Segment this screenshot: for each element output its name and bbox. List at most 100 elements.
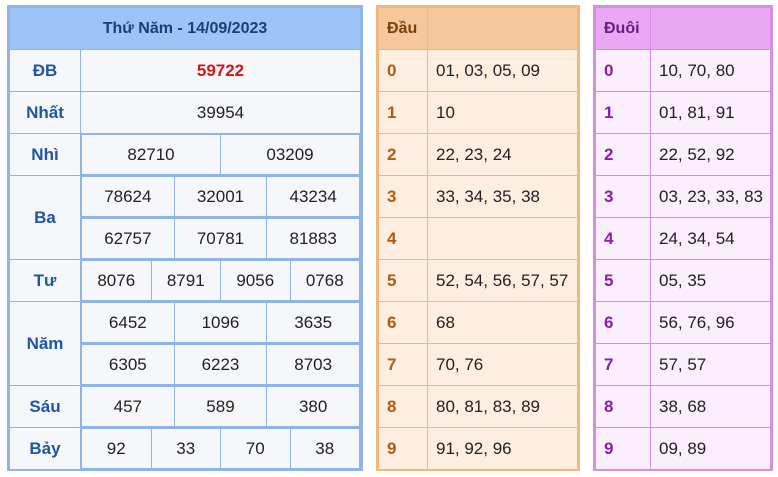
head-row: 4 bbox=[378, 217, 578, 260]
prize-value-sau: 457 bbox=[81, 386, 175, 427]
tail-digit: 3 bbox=[595, 175, 651, 218]
head-row: 8 80, 81, 83, 89 bbox=[378, 385, 578, 428]
prize-row-sau: Sáu 457 589 380 bbox=[9, 385, 361, 428]
tail-values: 38, 68 bbox=[650, 385, 771, 428]
head-digit: 8 bbox=[378, 385, 428, 428]
tail-digit: 5 bbox=[595, 259, 651, 302]
prize-value-tu: 9056 bbox=[220, 260, 291, 301]
prize-row-nhi: Nhì 82710 03209 bbox=[9, 133, 361, 176]
prize-value-bay: 70 bbox=[220, 428, 291, 469]
tail-values: 03, 23, 33, 83 bbox=[650, 175, 771, 218]
head-row: 2 22, 23, 24 bbox=[378, 133, 578, 176]
head-digit: 7 bbox=[378, 343, 428, 386]
prize-value-nhat: 39954 bbox=[80, 91, 361, 134]
prize-row-nam: Năm 6452 1096 3635 bbox=[9, 301, 361, 386]
tail-row: 5 05, 35 bbox=[595, 259, 771, 302]
prize-value-nam: 6305 bbox=[81, 344, 175, 385]
tail-row: 4 24, 34, 54 bbox=[595, 217, 771, 260]
head-title: Đầu bbox=[378, 7, 428, 50]
prize-value-db: 59722 bbox=[80, 49, 361, 92]
tail-row: 7 57, 57 bbox=[595, 343, 771, 386]
head-digit: 9 bbox=[378, 427, 428, 470]
prize-value-ba: 32001 bbox=[173, 176, 268, 217]
tail-digit: 1 bbox=[595, 91, 651, 134]
tail-row: 1 01, 81, 91 bbox=[595, 91, 771, 134]
prize-value-nam: 8703 bbox=[266, 344, 360, 385]
tail-row: 0 10, 70, 80 bbox=[595, 49, 771, 92]
tail-values: 56, 76, 96 bbox=[650, 301, 771, 344]
prize-value-ba: 62757 bbox=[81, 218, 175, 259]
prize-value-bay: 38 bbox=[289, 428, 360, 469]
head-digit-table: Đầu 0 01, 03, 05, 09 1 10 2 22, 23, 24 3 33, 34… bbox=[376, 5, 580, 471]
tail-row: 3 03, 23, 33, 83 bbox=[595, 175, 771, 218]
head-digit: 1 bbox=[378, 91, 428, 134]
prize-row-ba: Ba 78624 32001 43234 bbox=[9, 175, 361, 260]
tail-values: 57, 57 bbox=[650, 343, 771, 386]
head-values: 10 bbox=[427, 91, 578, 134]
prize-label-nam: Năm bbox=[9, 301, 81, 386]
tail-row: 8 38, 68 bbox=[595, 385, 771, 428]
prize-label-nhat: Nhất bbox=[9, 91, 81, 134]
prize-value-nam: 6223 bbox=[173, 344, 268, 385]
prize-value-nam: 1096 bbox=[173, 302, 268, 343]
head-values-header bbox=[427, 7, 578, 50]
tail-digit: 4 bbox=[595, 217, 651, 260]
prize-row-tu: Tư 8076 8791 9056 0768 bbox=[9, 259, 361, 302]
prize-value-ba: 78624 bbox=[81, 176, 175, 217]
prize-value-tu: 0768 bbox=[289, 260, 360, 301]
head-row: 7 70, 76 bbox=[378, 343, 578, 386]
tail-digit: 2 bbox=[595, 133, 651, 176]
tail-digit: 7 bbox=[595, 343, 651, 386]
head-values: 01, 03, 05, 09 bbox=[427, 49, 578, 92]
tail-values: 09, 89 bbox=[650, 427, 771, 470]
head-values: 52, 54, 56, 57, 57 bbox=[427, 259, 578, 302]
prize-label-ba: Ba bbox=[9, 175, 81, 260]
tail-digit: 9 bbox=[595, 427, 651, 470]
prize-value-nam: 6452 bbox=[81, 302, 175, 343]
prize-value-bay: 92 bbox=[81, 428, 152, 469]
prize-value-sau: 589 bbox=[173, 386, 268, 427]
head-values: 22, 23, 24 bbox=[427, 133, 578, 176]
head-values: 70, 76 bbox=[427, 343, 578, 386]
prize-value-nam: 3635 bbox=[266, 302, 360, 343]
head-values: 80, 81, 83, 89 bbox=[427, 385, 578, 428]
tail-row: 9 09, 89 bbox=[595, 427, 771, 470]
results-table: Thứ Năm - 14/09/2023 ĐB 59722 Nhất 39954… bbox=[7, 5, 363, 471]
head-row: 1 10 bbox=[378, 91, 578, 134]
head-values bbox=[427, 217, 578, 260]
head-row: 3 33, 34, 35, 38 bbox=[378, 175, 578, 218]
tail-values: 01, 81, 91 bbox=[650, 91, 771, 134]
head-digit: 6 bbox=[378, 301, 428, 344]
head-digit: 5 bbox=[378, 259, 428, 302]
tail-values-header bbox=[650, 7, 771, 50]
prize-label-tu: Tư bbox=[9, 259, 81, 302]
head-values: 33, 34, 35, 38 bbox=[427, 175, 578, 218]
tail-values: 22, 52, 92 bbox=[650, 133, 771, 176]
head-row: 0 01, 03, 05, 09 bbox=[378, 49, 578, 92]
prize-label-nhi: Nhì bbox=[9, 133, 81, 176]
prize-value-bay: 33 bbox=[150, 428, 221, 469]
prize-label-sau: Sáu bbox=[9, 385, 81, 428]
head-values: 91, 92, 96 bbox=[427, 427, 578, 470]
tail-digit: 6 bbox=[595, 301, 651, 344]
head-digit: 3 bbox=[378, 175, 428, 218]
prize-value-sau: 380 bbox=[266, 386, 360, 427]
prize-row-nhat: Nhất 39954 bbox=[9, 91, 361, 134]
tail-digit-table: Đuôi 0 10, 70, 80 1 01, 81, 91 2 22, 52, 92 3 0… bbox=[593, 5, 773, 471]
head-row: 5 52, 54, 56, 57, 57 bbox=[378, 259, 578, 302]
tail-row: 6 56, 76, 96 bbox=[595, 301, 771, 344]
prize-row-bay: Bảy 92 33 70 38 bbox=[9, 427, 361, 470]
head-values: 68 bbox=[427, 301, 578, 344]
prize-value-tu: 8076 bbox=[81, 260, 152, 301]
prize-label-bay: Bảy bbox=[9, 427, 81, 470]
tail-values: 10, 70, 80 bbox=[650, 49, 771, 92]
prize-value-nhi: 03209 bbox=[220, 134, 360, 175]
head-row: 9 91, 92, 96 bbox=[378, 427, 578, 470]
results-title: Thứ Năm - 14/09/2023 bbox=[9, 7, 361, 50]
head-digit: 0 bbox=[378, 49, 428, 92]
prize-label-db: ĐB bbox=[9, 49, 81, 92]
head-digit: 4 bbox=[378, 217, 428, 260]
prize-value-ba: 70781 bbox=[173, 218, 268, 259]
tail-values: 24, 34, 54 bbox=[650, 217, 771, 260]
prize-value-nhi: 82710 bbox=[81, 134, 221, 175]
